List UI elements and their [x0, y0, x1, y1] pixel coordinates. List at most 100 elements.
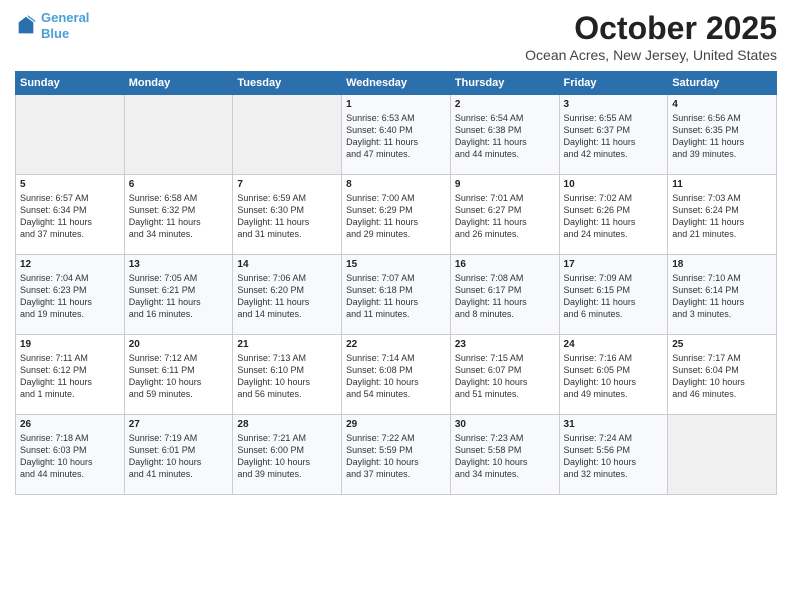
calendar-cell: 14 Sunrise: 7:06 AM Sunset: 6:20 PM Dayli…	[233, 255, 342, 335]
day-number: 26	[20, 419, 120, 430]
calendar-cell: 9Sunrise: 7:01 AM Sunset: 6:27 PM Daylig…	[450, 175, 559, 255]
day-detail: Sunrise: 7:00 AM Sunset: 6:29 PM Dayligh…	[346, 192, 446, 241]
day-number: 19	[20, 339, 120, 350]
calendar-subtitle: Ocean Acres, New Jersey, United States	[525, 47, 777, 63]
calendar-cell	[668, 415, 777, 495]
calendar-cell	[124, 95, 233, 175]
calendar-cell: 5Sunrise: 6:57 AM Sunset: 6:34 PM Daylig…	[16, 175, 125, 255]
day-number: 3	[564, 99, 664, 110]
day-detail: Sunrise: 7:02 AM Sunset: 6:26 PM Dayligh…	[564, 192, 664, 241]
day-detail: Sunrise: 7:21 AM Sunset: 6:00 PM Dayligh…	[237, 432, 337, 481]
day-number: 20	[129, 339, 229, 350]
week-row-4: 19 Sunrise: 7:11 AM Sunset: 6:12 PM Dayli…	[16, 335, 777, 415]
calendar-cell: 22 Sunrise: 7:14 AM Sunset: 6:08 PM Dayli…	[342, 335, 451, 415]
day-detail: Sunrise: 7:08 AM Sunset: 6:17 PM Dayligh…	[455, 272, 555, 321]
logo-text: General Blue	[41, 10, 89, 41]
day-number: 6	[129, 179, 229, 190]
calendar-cell: 23 Sunrise: 7:15 AM Sunset: 6:07 PM Dayli…	[450, 335, 559, 415]
day-number: 25	[672, 339, 772, 350]
day-detail: Sunrise: 6:58 AM Sunset: 6:32 PM Dayligh…	[129, 192, 229, 241]
day-detail: Sunrise: 7:06 AM Sunset: 6:20 PM Dayligh…	[237, 272, 337, 321]
day-number: 4	[672, 99, 772, 110]
day-number: 10	[564, 179, 664, 190]
calendar-cell: 21 Sunrise: 7:13 AM Sunset: 6:10 PM Dayli…	[233, 335, 342, 415]
day-number: 16	[455, 259, 555, 270]
day-detail: Sunrise: 7:24 AM Sunset: 5:56 PM Dayligh…	[564, 432, 664, 481]
calendar-cell: 18Sunrise: 7:10 AM Sunset: 6:14 PM Dayli…	[668, 255, 777, 335]
calendar-cell: 29 Sunrise: 7:22 AM Sunset: 5:59 PM Dayli…	[342, 415, 451, 495]
calendar-cell: 16 Sunrise: 7:08 AM Sunset: 6:17 PM Dayli…	[450, 255, 559, 335]
day-number: 11	[672, 179, 772, 190]
calendar-table: SundayMondayTuesdayWednesdayThursdayFrid…	[15, 71, 777, 495]
day-number: 15	[346, 259, 446, 270]
calendar-cell: 2Sunrise: 6:54 AM Sunset: 6:38 PM Daylig…	[450, 95, 559, 175]
day-detail: Sunrise: 7:22 AM Sunset: 5:59 PM Dayligh…	[346, 432, 446, 481]
day-number: 7	[237, 179, 337, 190]
day-number: 24	[564, 339, 664, 350]
calendar-cell: 25 Sunrise: 7:17 AM Sunset: 6:04 PM Dayli…	[668, 335, 777, 415]
day-number: 23	[455, 339, 555, 350]
calendar-cell: 20 Sunrise: 7:12 AM Sunset: 6:11 PM Dayli…	[124, 335, 233, 415]
title-block: October 2025 Ocean Acres, New Jersey, Un…	[525, 10, 777, 63]
weekday-header-wednesday: Wednesday	[342, 72, 451, 95]
day-detail: Sunrise: 6:57 AM Sunset: 6:34 PM Dayligh…	[20, 192, 120, 241]
day-number: 17	[564, 259, 664, 270]
day-detail: Sunrise: 7:13 AM Sunset: 6:10 PM Dayligh…	[237, 352, 337, 401]
weekday-header-monday: Monday	[124, 72, 233, 95]
calendar-cell: 10 Sunrise: 7:02 AM Sunset: 6:26 PM Dayli…	[559, 175, 668, 255]
day-detail: Sunrise: 6:54 AM Sunset: 6:38 PM Dayligh…	[455, 112, 555, 161]
week-row-1: 1 Sunrise: 6:53 AM Sunset: 6:40 PM Daylig…	[16, 95, 777, 175]
weekday-header-sunday: Sunday	[16, 72, 125, 95]
day-number: 21	[237, 339, 337, 350]
calendar-cell: 28 Sunrise: 7:21 AM Sunset: 6:00 PM Dayli…	[233, 415, 342, 495]
calendar-cell: 11 Sunrise: 7:03 AM Sunset: 6:24 PM Dayli…	[668, 175, 777, 255]
day-number: 28	[237, 419, 337, 430]
day-detail: Sunrise: 7:16 AM Sunset: 6:05 PM Dayligh…	[564, 352, 664, 401]
weekday-header-row: SundayMondayTuesdayWednesdayThursdayFrid…	[16, 72, 777, 95]
day-detail: Sunrise: 6:55 AM Sunset: 6:37 PM Dayligh…	[564, 112, 664, 161]
day-number: 12	[20, 259, 120, 270]
weekday-header-friday: Friday	[559, 72, 668, 95]
logo: General Blue	[15, 10, 89, 41]
day-detail: Sunrise: 7:23 AM Sunset: 5:58 PM Dayligh…	[455, 432, 555, 481]
calendar-cell: 17 Sunrise: 7:09 AM Sunset: 6:15 PM Dayli…	[559, 255, 668, 335]
day-detail: Sunrise: 7:04 AM Sunset: 6:23 PM Dayligh…	[20, 272, 120, 321]
day-number: 22	[346, 339, 446, 350]
day-detail: Sunrise: 7:17 AM Sunset: 6:04 PM Dayligh…	[672, 352, 772, 401]
day-number: 29	[346, 419, 446, 430]
calendar-cell: 19 Sunrise: 7:11 AM Sunset: 6:12 PM Dayli…	[16, 335, 125, 415]
day-number: 27	[129, 419, 229, 430]
logo-icon	[15, 15, 37, 37]
calendar-cell	[16, 95, 125, 175]
calendar-cell: 7Sunrise: 6:59 AM Sunset: 6:30 PM Daylig…	[233, 175, 342, 255]
day-detail: Sunrise: 7:15 AM Sunset: 6:07 PM Dayligh…	[455, 352, 555, 401]
calendar-cell: 24 Sunrise: 7:16 AM Sunset: 6:05 PM Dayli…	[559, 335, 668, 415]
weekday-header-tuesday: Tuesday	[233, 72, 342, 95]
day-number: 31	[564, 419, 664, 430]
day-detail: Sunrise: 6:56 AM Sunset: 6:35 PM Dayligh…	[672, 112, 772, 161]
day-number: 8	[346, 179, 446, 190]
calendar-cell: 15Sunrise: 7:07 AM Sunset: 6:18 PM Dayli…	[342, 255, 451, 335]
day-number: 14	[237, 259, 337, 270]
calendar-cell: 27Sunrise: 7:19 AM Sunset: 6:01 PM Dayli…	[124, 415, 233, 495]
calendar-cell: 4 Sunrise: 6:56 AM Sunset: 6:35 PM Daylig…	[668, 95, 777, 175]
day-number: 13	[129, 259, 229, 270]
day-detail: Sunrise: 7:09 AM Sunset: 6:15 PM Dayligh…	[564, 272, 664, 321]
day-detail: Sunrise: 7:18 AM Sunset: 6:03 PM Dayligh…	[20, 432, 120, 481]
calendar-page: General Blue October 2025 Ocean Acres, N…	[0, 0, 792, 612]
day-detail: Sunrise: 6:53 AM Sunset: 6:40 PM Dayligh…	[346, 112, 446, 161]
day-number: 1	[346, 99, 446, 110]
calendar-cell: 8 Sunrise: 7:00 AM Sunset: 6:29 PM Daylig…	[342, 175, 451, 255]
day-detail: Sunrise: 7:05 AM Sunset: 6:21 PM Dayligh…	[129, 272, 229, 321]
calendar-cell: 31 Sunrise: 7:24 AM Sunset: 5:56 PM Dayli…	[559, 415, 668, 495]
header: General Blue October 2025 Ocean Acres, N…	[15, 10, 777, 63]
calendar-cell	[233, 95, 342, 175]
day-detail: Sunrise: 7:03 AM Sunset: 6:24 PM Dayligh…	[672, 192, 772, 241]
day-detail: Sunrise: 7:10 AM Sunset: 6:14 PM Dayligh…	[672, 272, 772, 321]
weekday-header-saturday: Saturday	[668, 72, 777, 95]
calendar-cell: 12 Sunrise: 7:04 AM Sunset: 6:23 PM Dayli…	[16, 255, 125, 335]
day-detail: Sunrise: 7:12 AM Sunset: 6:11 PM Dayligh…	[129, 352, 229, 401]
day-detail: Sunrise: 7:14 AM Sunset: 6:08 PM Dayligh…	[346, 352, 446, 401]
day-detail: Sunrise: 7:11 AM Sunset: 6:12 PM Dayligh…	[20, 352, 120, 401]
calendar-title: October 2025	[525, 10, 777, 47]
